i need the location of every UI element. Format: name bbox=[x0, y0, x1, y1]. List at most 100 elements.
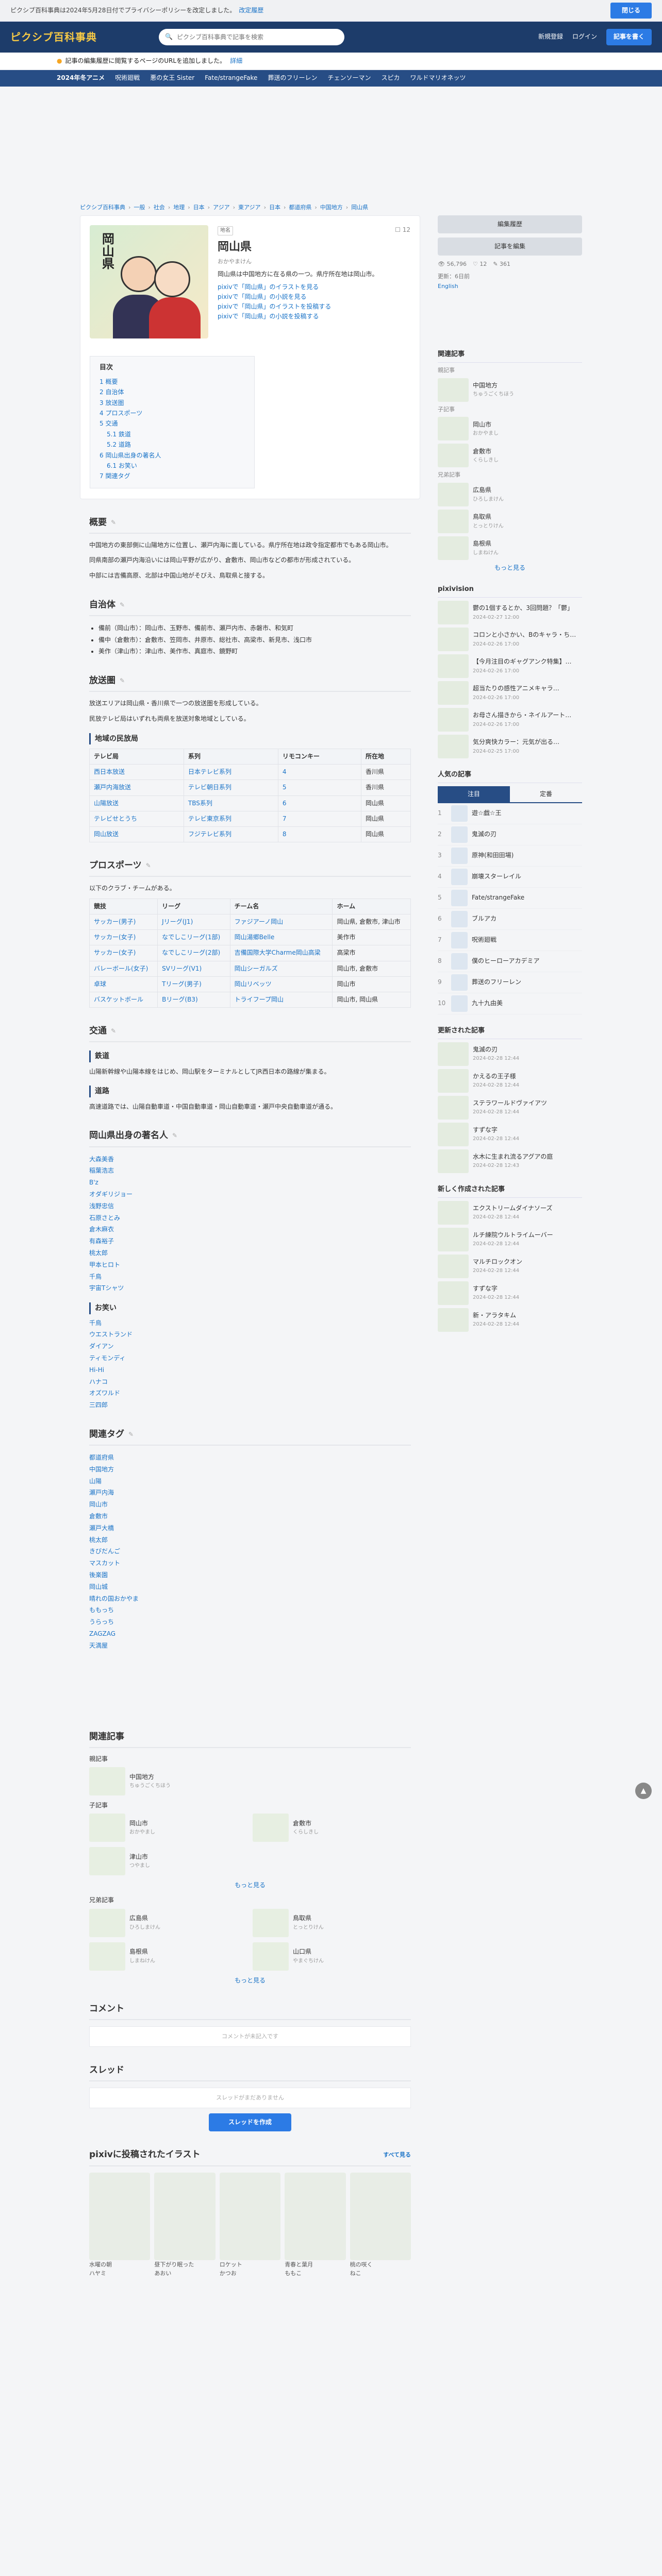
person-link[interactable]: Hi-Hi bbox=[89, 1364, 411, 1376]
search-input[interactable] bbox=[176, 33, 338, 41]
related-article[interactable]: 倉敷市 くらしきし bbox=[253, 1814, 411, 1842]
scroll-top-button[interactable]: ▲ bbox=[635, 1783, 652, 1799]
table-cell[interactable]: 山陽放送 bbox=[89, 795, 184, 811]
site-logo[interactable]: ピクシブ百科事典 bbox=[10, 29, 97, 45]
trend-item[interactable]: 呪術廻戦 bbox=[115, 73, 140, 83]
trend-item[interactable]: チェンソーマン bbox=[327, 73, 371, 83]
tag-link[interactable]: 都道府県 bbox=[89, 1452, 411, 1464]
more-link[interactable]: もっと見る bbox=[235, 1977, 266, 1984]
person-link[interactable]: 稲葉浩志 bbox=[89, 1165, 411, 1177]
popular-item[interactable]: 10 九十九由美 bbox=[438, 993, 582, 1014]
tag-link[interactable]: 倉敷市 bbox=[89, 1511, 411, 1522]
related-article[interactable]: 広島県 ひろしまけん bbox=[89, 1908, 247, 1937]
breadcrumb-item[interactable]: ピクシブ百科事典 bbox=[80, 203, 125, 212]
table-cell[interactable]: サッカー(男子) bbox=[89, 914, 158, 930]
person-link[interactable]: 三四郎 bbox=[89, 1399, 411, 1411]
table-cell[interactable]: テレビ朝日系列 bbox=[183, 779, 278, 796]
table-cell[interactable]: バレーボール(女子) bbox=[89, 960, 158, 977]
bookmark-button[interactable]: ☐ 12 bbox=[395, 225, 410, 266]
illust-card[interactable]: 桃の咲く ねこ bbox=[350, 2172, 411, 2278]
trend-item[interactable]: ワルドマリオネッツ bbox=[410, 73, 466, 83]
sidebar-related-item[interactable]: 倉敷市 くらしきし bbox=[438, 444, 582, 468]
toc-item[interactable]: 6 岡山県出身の著名人 bbox=[100, 450, 245, 461]
person-link[interactable]: 甲本ヒロト bbox=[89, 1259, 411, 1271]
person-link[interactable]: 浅野忠信 bbox=[89, 1200, 411, 1212]
trend-item[interactable]: Fate/strangeFake bbox=[205, 73, 257, 83]
pixiv-post-novel-link[interactable]: pixivで「岡山県」の小説を投稿する bbox=[218, 312, 410, 321]
table-cell[interactable]: サッカー(女子) bbox=[89, 929, 158, 946]
related-article[interactable]: 中国地方 ちゅうごくちほう bbox=[89, 1767, 247, 1796]
related-article[interactable]: 津山市 つやまし bbox=[89, 1847, 247, 1876]
table-cell[interactable]: 瀬戸内海放送 bbox=[89, 779, 184, 796]
person-link[interactable]: 千鳥 bbox=[89, 1317, 411, 1329]
login-link[interactable]: ログイン bbox=[572, 32, 597, 42]
table-cell[interactable]: 8 bbox=[277, 826, 361, 843]
more-link[interactable]: もっと見る bbox=[494, 564, 525, 571]
search-box[interactable]: 🔍 bbox=[159, 29, 344, 45]
tag-link[interactable]: 瀬戸大橋 bbox=[89, 1522, 411, 1534]
breadcrumb-item[interactable]: 中国地方 bbox=[320, 203, 343, 212]
table-cell[interactable]: ファジアーノ岡山 bbox=[229, 914, 333, 930]
illust-card[interactable]: 水曜の朝 ハヤミ bbox=[89, 2172, 151, 2278]
edit-icon[interactable]: ✎ bbox=[111, 518, 116, 528]
popular-item[interactable]: 5 Fate/strangeFake bbox=[438, 888, 582, 909]
edit-icon[interactable]: ✎ bbox=[111, 1026, 116, 1036]
popular-item[interactable]: 9 葬送のフリーレン bbox=[438, 972, 582, 993]
person-link[interactable]: オダギリジョー bbox=[89, 1189, 411, 1200]
popular-item[interactable]: 1 遊☆戯☆王 bbox=[438, 803, 582, 824]
policy-history-link[interactable]: 改定履歴 bbox=[239, 6, 263, 15]
table-cell[interactable]: 岡山シーガルズ bbox=[229, 960, 333, 977]
person-link[interactable]: ハナコ bbox=[89, 1376, 411, 1388]
tag-link[interactable]: ZAGZAG bbox=[89, 1628, 411, 1640]
breadcrumb-item[interactable]: 岡山県 bbox=[351, 203, 368, 212]
tag-link[interactable]: 天満屋 bbox=[89, 1640, 411, 1652]
breadcrumb-item[interactable]: 日本 bbox=[269, 203, 280, 212]
sidebar-article[interactable]: 鬱の1個するとか、3回問題？「鬱」 2024-02-27 12:00 bbox=[438, 600, 582, 624]
table-cell[interactable]: 4 bbox=[277, 764, 361, 781]
sidebar-related-item[interactable]: 鳥取県 とっとりけん bbox=[438, 509, 582, 533]
table-cell[interactable]: なでしこリーグ(1部) bbox=[157, 929, 230, 946]
sidebar-related-item[interactable]: 岡山市 おかやまし bbox=[438, 417, 582, 441]
edit-icon[interactable]: ✎ bbox=[120, 676, 125, 686]
sidebar-article[interactable]: エクストリームダイナソーズ 2024-02-28 12:44 bbox=[438, 1200, 582, 1225]
tag-link[interactable]: 晴れの国おかやま bbox=[89, 1593, 411, 1605]
breadcrumb-item[interactable]: 社会 bbox=[154, 203, 165, 212]
popular-item[interactable]: 3 原神(和田田場) bbox=[438, 845, 582, 867]
table-cell[interactable]: 5 bbox=[277, 779, 361, 796]
edit-icon[interactable]: ✎ bbox=[128, 1430, 134, 1439]
related-article[interactable]: 鳥取県 とっとりけん bbox=[253, 1908, 411, 1937]
popular-item[interactable]: 7 呪術廻戦 bbox=[438, 930, 582, 951]
toc-item[interactable]: 4 プロスポーツ bbox=[100, 408, 245, 418]
illust-card[interactable]: 青春と葉月 ももこ bbox=[285, 2172, 346, 2278]
table-cell[interactable]: 7 bbox=[277, 810, 361, 827]
sidebar-article[interactable]: すずな字 2024-02-28 12:44 bbox=[438, 1122, 582, 1146]
breadcrumb-item[interactable]: 地理 bbox=[173, 203, 185, 212]
tab-attention[interactable]: 注目 bbox=[438, 786, 510, 802]
pixiv-illust-link[interactable]: pixivで「岡山県」のイラストを見る bbox=[218, 282, 410, 292]
toc-item[interactable]: 5.2 道路 bbox=[100, 439, 245, 450]
person-link[interactable]: ダイアン bbox=[89, 1341, 411, 1352]
sidebar-related-item[interactable]: 広島県 ひろしまけん bbox=[438, 482, 582, 506]
sidebar-article[interactable]: ステラワールドヴァイアツ 2024-02-28 12:44 bbox=[438, 1095, 582, 1120]
toc-item[interactable]: 6.1 お笑い bbox=[100, 461, 245, 471]
tab-classic[interactable]: 定番 bbox=[510, 786, 582, 802]
sidebar-article[interactable]: コロンと小さかい、Bのキャラ・ち… 2024-02-26 17:00 bbox=[438, 627, 582, 651]
table-cell[interactable]: バスケットボール bbox=[89, 992, 158, 1008]
related-article[interactable]: 島根県 しまねけん bbox=[89, 1942, 247, 1971]
tag-link[interactable]: 中国地方 bbox=[89, 1464, 411, 1476]
breadcrumb-item[interactable]: 一般 bbox=[134, 203, 145, 212]
table-cell[interactable]: トライフープ岡山 bbox=[229, 992, 333, 1008]
pixiv-post-illust-link[interactable]: pixivで「岡山県」のイラストを投稿する bbox=[218, 302, 410, 312]
tag-link[interactable]: 山陽 bbox=[89, 1476, 411, 1487]
notice-detail-link[interactable]: 詳細 bbox=[230, 56, 242, 66]
sidebar-article[interactable]: 鬼滅の刃 2024-02-28 12:44 bbox=[438, 1042, 582, 1066]
article-thumbnail[interactable]: 岡山県 bbox=[90, 225, 208, 338]
sidebar-article[interactable]: かえるの王子様 2024-02-28 12:44 bbox=[438, 1069, 582, 1093]
table-cell[interactable]: 西日本放送 bbox=[89, 764, 184, 781]
trend-item[interactable]: スピカ bbox=[381, 73, 400, 83]
tag-link[interactable]: マスカット bbox=[89, 1557, 411, 1569]
language-link[interactable]: English bbox=[438, 283, 458, 290]
tag-link[interactable]: ももっち bbox=[89, 1604, 411, 1616]
table-cell[interactable]: 卓球 bbox=[89, 976, 158, 993]
person-link[interactable]: 宇宙Tシャツ bbox=[89, 1282, 411, 1294]
